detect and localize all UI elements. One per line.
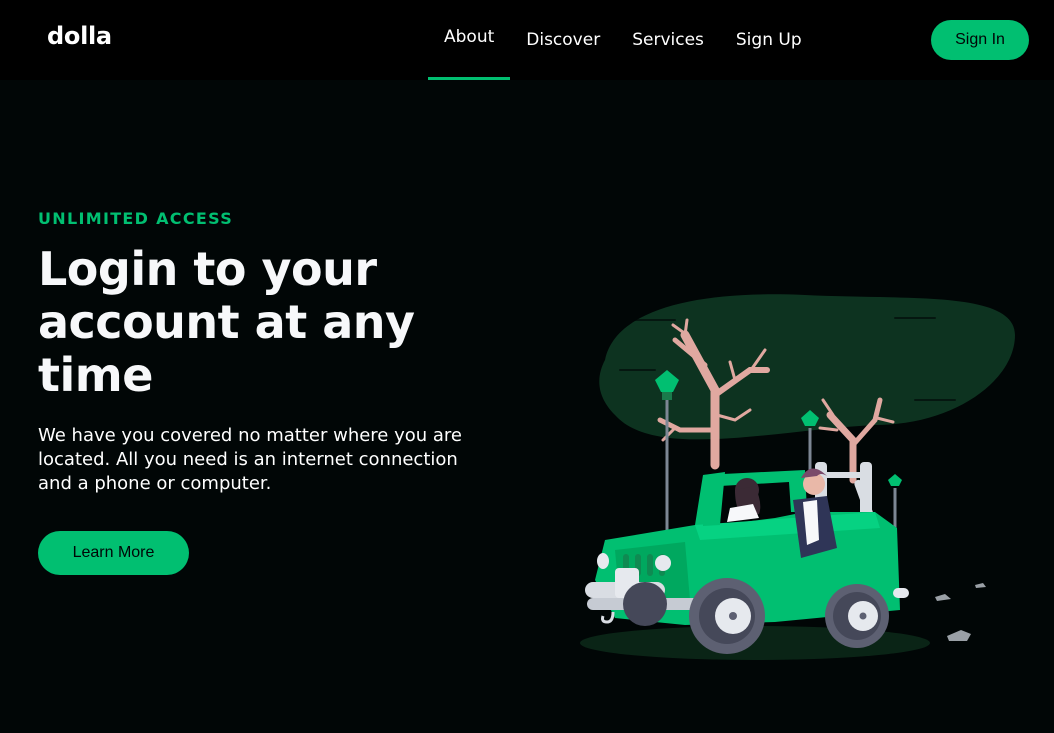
hero-section: UNLIMITED ACCESS Login to your account a… (0, 80, 1054, 733)
nav-item-about[interactable]: About (428, 0, 511, 80)
hero-topline: UNLIMITED ACCESS (38, 209, 234, 228)
nav-menu: About Discover Services Sign Up (428, 0, 818, 80)
sign-in-button[interactable]: Sign In (931, 20, 1029, 60)
logo[interactable]: dolla (47, 22, 112, 50)
car-illustration (580, 294, 1015, 660)
hero-headline: Login to your account at any time (38, 242, 415, 402)
nav-item-services[interactable]: Services (616, 0, 720, 80)
hero-subtitle: We have you covered no matter where you … (38, 425, 463, 494)
nav-item-sign-up[interactable]: Sign Up (720, 0, 818, 80)
nav-item-discover[interactable]: Discover (510, 0, 616, 80)
navbar: dolla About Discover Services Sign Up Si… (0, 0, 1054, 80)
learn-more-button[interactable]: Learn More (38, 531, 189, 575)
